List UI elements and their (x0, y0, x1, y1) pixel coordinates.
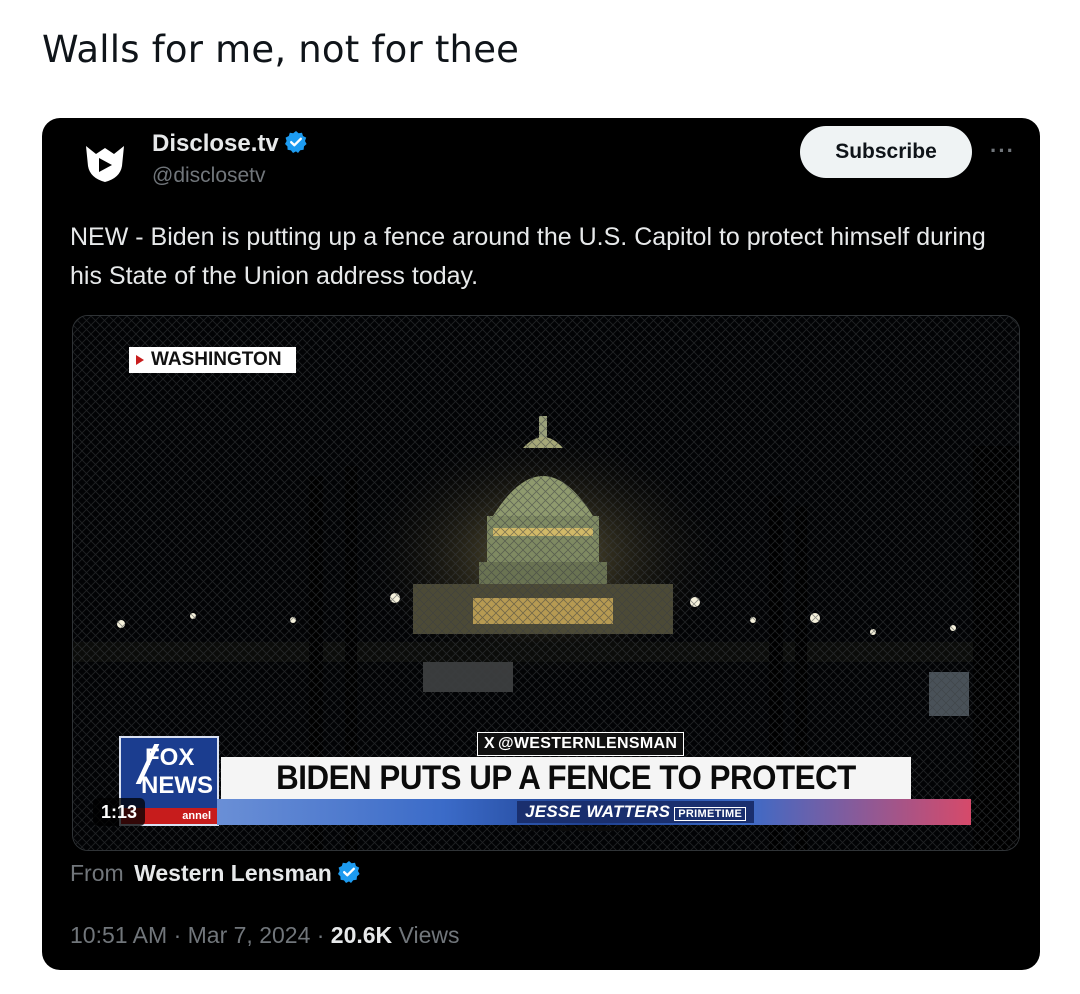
views-label: Views (392, 922, 460, 948)
author-name-text[interactable]: Disclose.tv (152, 130, 279, 157)
location-tag: WASHINGTON (129, 347, 296, 373)
tweet-metadata: 10:51 AM · Mar 7, 2024 · 20.6K Views (70, 922, 460, 949)
tweet-timestamp[interactable]: 10:51 AM · Mar 7, 2024 · (70, 922, 331, 948)
video-duration: 1:13 (93, 798, 146, 826)
more-options-icon[interactable]: ··· (990, 138, 1015, 164)
news-headline-banner: BIDEN PUTS UP A FENCE TO PROTECT HIMSELF (221, 757, 911, 839)
from-prefix: From (70, 860, 124, 886)
views-count: 20.6K (330, 922, 393, 948)
post-caption: Walls for me, not for thee (42, 28, 520, 71)
verified-badge-icon (337, 861, 360, 883)
fox-logo-top: FOX (145, 744, 195, 771)
subscribe-button[interactable]: Subscribe (800, 126, 972, 178)
video-player[interactable]: WASHINGTON X @WESTERNLENSMAN FOX NEWS ann… (72, 315, 1020, 851)
show-suffix: PRIMETIME (674, 807, 747, 821)
show-name: JESSE WATTERS PRIMETIME (517, 801, 755, 823)
video-credit: X @WESTERNLENSMAN (477, 732, 685, 756)
x-logo-icon: X (484, 735, 495, 752)
fox-logo-bottom: NEWS (141, 772, 213, 799)
avatar[interactable] (76, 130, 134, 188)
show-name-bar: JESSE WATTERS PRIMETIME (217, 799, 971, 825)
from-source-link[interactable]: Western Lensman (134, 860, 332, 886)
play-arrow-icon (136, 355, 144, 365)
author-name[interactable]: Disclose.tv (152, 130, 308, 158)
embedded-tweet-card[interactable]: Disclose.tv @disclosetv Subscribe ··· NE… (42, 118, 1040, 970)
tweet-text: NEW - Biden is putting up a fence around… (70, 223, 986, 290)
from-attribution: From Western Lensman (70, 860, 361, 887)
author-handle[interactable]: @disclosetv (152, 164, 266, 188)
video-credit-text: @WESTERNLENSMAN (497, 735, 678, 752)
verified-badge-icon (284, 131, 307, 153)
location-tag-text: WASHINGTON (151, 349, 282, 370)
show-name-text: JESSE WATTERS (525, 802, 671, 821)
